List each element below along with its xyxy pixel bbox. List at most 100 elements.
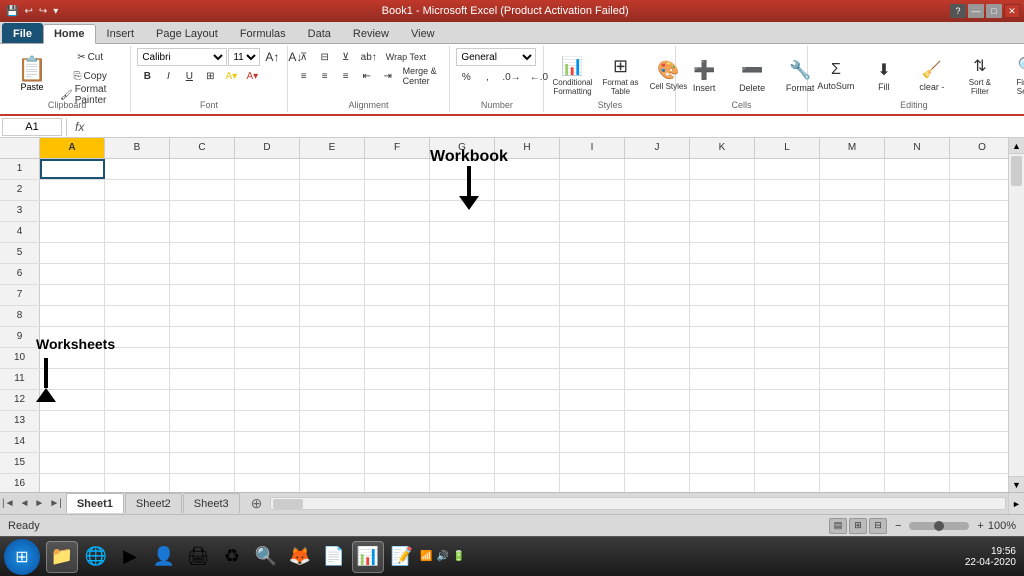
increase-indent-button[interactable]: ⇥ <box>378 67 398 85</box>
cell-D15[interactable] <box>235 453 300 473</box>
cell-M7[interactable] <box>820 285 885 305</box>
cell-K11[interactable] <box>690 369 755 389</box>
page-break-view-button[interactable]: ⊟ <box>869 518 887 534</box>
align-bottom-button[interactable]: ⊻ <box>336 48 356 66</box>
cell-B5[interactable] <box>105 243 170 263</box>
cell-K12[interactable] <box>690 390 755 410</box>
cell-O3[interactable] <box>950 201 1008 221</box>
tab-home[interactable]: Home <box>43 24 96 44</box>
title-left-controls[interactable]: 💾 ↩ ↪ ▾ <box>4 6 60 17</box>
cell-H15[interactable] <box>495 453 560 473</box>
cell-L8[interactable] <box>755 306 820 326</box>
cell-L7[interactable] <box>755 285 820 305</box>
row-num-10[interactable]: 10 <box>0 348 40 368</box>
row-num-11[interactable]: 11 <box>0 369 40 389</box>
cell-I7[interactable] <box>560 285 625 305</box>
cell-N4[interactable] <box>885 222 950 242</box>
col-header-m[interactable]: M <box>820 138 885 158</box>
cell-B7[interactable] <box>105 285 170 305</box>
cell-N9[interactable] <box>885 327 950 347</box>
tab-formulas[interactable]: Formulas <box>229 23 297 43</box>
col-header-f[interactable]: F <box>365 138 430 158</box>
cell-A1[interactable] <box>40 159 105 179</box>
row-num-5[interactable]: 5 <box>0 243 40 263</box>
cell-I15[interactable] <box>560 453 625 473</box>
grid-scroll-area[interactable]: 1234567891011121314151617181920212223242… <box>0 159 1008 492</box>
cell-reference-input[interactable] <box>2 118 62 136</box>
cell-B1[interactable] <box>105 159 170 179</box>
cell-H10[interactable] <box>495 348 560 368</box>
cell-C5[interactable] <box>170 243 235 263</box>
cell-K8[interactable] <box>690 306 755 326</box>
cell-C1[interactable] <box>170 159 235 179</box>
cell-F11[interactable] <box>365 369 430 389</box>
col-header-n[interactable]: N <box>885 138 950 158</box>
col-header-l[interactable]: L <box>755 138 820 158</box>
cell-D11[interactable] <box>235 369 300 389</box>
row-num-2[interactable]: 2 <box>0 180 40 200</box>
cell-A6[interactable] <box>40 264 105 284</box>
cell-B6[interactable] <box>105 264 170 284</box>
cell-L13[interactable] <box>755 411 820 431</box>
cell-G12[interactable] <box>430 390 495 410</box>
cell-B9[interactable] <box>105 327 170 347</box>
cell-M14[interactable] <box>820 432 885 452</box>
cell-D1[interactable] <box>235 159 300 179</box>
zoom-out-button[interactable]: − <box>895 520 901 532</box>
cell-K10[interactable] <box>690 348 755 368</box>
cell-A7[interactable] <box>40 285 105 305</box>
cell-N2[interactable] <box>885 180 950 200</box>
cell-J5[interactable] <box>625 243 690 263</box>
cell-A16[interactable] <box>40 474 105 492</box>
cell-O16[interactable] <box>950 474 1008 492</box>
copy-button[interactable]: ⎘ Copy <box>56 67 124 85</box>
cell-O13[interactable] <box>950 411 1008 431</box>
cell-O9[interactable] <box>950 327 1008 347</box>
cell-F14[interactable] <box>365 432 430 452</box>
cell-E14[interactable] <box>300 432 365 452</box>
cell-O2[interactable] <box>950 180 1008 200</box>
cell-B2[interactable] <box>105 180 170 200</box>
cell-I11[interactable] <box>560 369 625 389</box>
cell-K5[interactable] <box>690 243 755 263</box>
cell-F13[interactable] <box>365 411 430 431</box>
cell-O15[interactable] <box>950 453 1008 473</box>
cell-D8[interactable] <box>235 306 300 326</box>
cell-K16[interactable] <box>690 474 755 492</box>
cell-E10[interactable] <box>300 348 365 368</box>
cell-G6[interactable] <box>430 264 495 284</box>
cell-F9[interactable] <box>365 327 430 347</box>
window-controls[interactable]: ? — □ ✕ <box>950 4 1020 18</box>
cell-C8[interactable] <box>170 306 235 326</box>
cell-L9[interactable] <box>755 327 820 347</box>
cell-C9[interactable] <box>170 327 235 347</box>
cell-N3[interactable] <box>885 201 950 221</box>
border-button[interactable]: ⊞ <box>200 67 220 85</box>
cell-G1[interactable] <box>430 159 495 179</box>
cell-A10[interactable] <box>40 348 105 368</box>
cell-O5[interactable] <box>950 243 1008 263</box>
dropdown-icon[interactable]: ▾ <box>51 6 60 17</box>
increase-font-button[interactable]: A↑ <box>261 48 283 66</box>
cell-E4[interactable] <box>300 222 365 242</box>
cell-M9[interactable] <box>820 327 885 347</box>
cell-E12[interactable] <box>300 390 365 410</box>
cell-M15[interactable] <box>820 453 885 473</box>
cell-I9[interactable] <box>560 327 625 347</box>
cell-J3[interactable] <box>625 201 690 221</box>
cell-K6[interactable] <box>690 264 755 284</box>
tab-insert[interactable]: Insert <box>96 23 146 43</box>
cell-G5[interactable] <box>430 243 495 263</box>
cell-A9[interactable] <box>40 327 105 347</box>
cell-H14[interactable] <box>495 432 560 452</box>
cell-B4[interactable] <box>105 222 170 242</box>
row-num-1[interactable]: 1 <box>0 159 40 179</box>
row-num-13[interactable]: 13 <box>0 411 40 431</box>
cell-A2[interactable] <box>40 180 105 200</box>
cell-I3[interactable] <box>560 201 625 221</box>
cell-I2[interactable] <box>560 180 625 200</box>
zoom-slider[interactable] <box>909 522 969 530</box>
sheet-nav-next[interactable]: ► <box>32 498 46 509</box>
taskbar-file-explorer[interactable]: 📁 <box>46 541 78 573</box>
battery-icon[interactable]: 🔋 <box>453 551 465 562</box>
